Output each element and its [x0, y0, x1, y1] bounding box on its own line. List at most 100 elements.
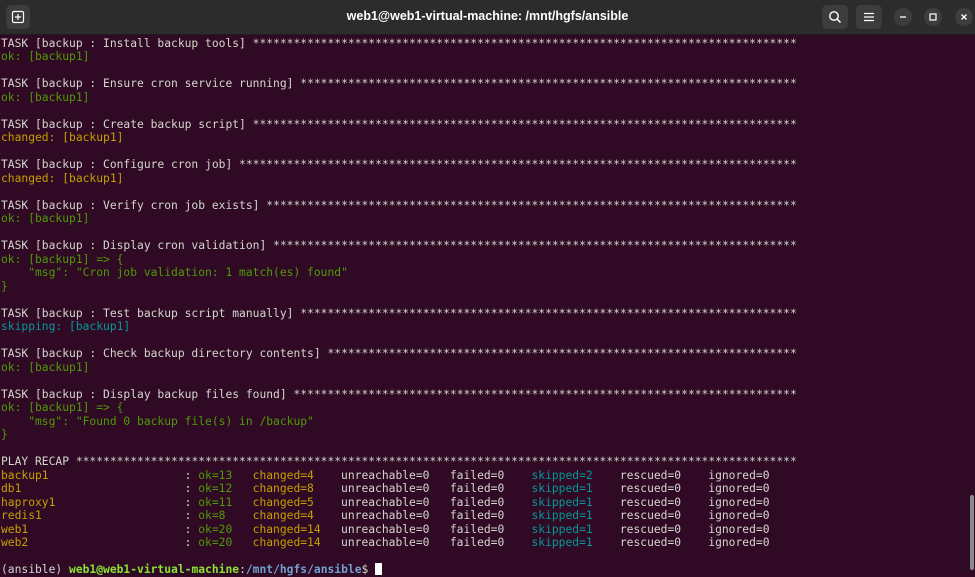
- recap-unreachable: unreachable=0: [341, 536, 430, 549]
- recap-ok: ok=20: [198, 536, 233, 549]
- recap-colon: :: [184, 522, 199, 536]
- recap-ok: ok=20: [198, 522, 233, 536]
- prompt-colon: :: [239, 563, 246, 576]
- title-bar: web1@web1-virtual-machine: /mnt/hgfs/ans…: [0, 0, 975, 35]
- recap-unreachable: unreachable=0: [341, 509, 430, 522]
- recap-ignored: ignored=0: [708, 468, 770, 482]
- task-result: ok: [backup1]: [1, 361, 961, 375]
- task-header: TASK [backup : Install backup tools] ***…: [1, 37, 961, 51]
- recap-separator: ****************************************…: [75, 455, 797, 468]
- prompt-path: /mnt/hgfs/ansible: [245, 563, 362, 576]
- recap-rescued: rescued=0: [619, 495, 682, 509]
- hamburger-menu-icon: [864, 12, 874, 22]
- maximize-button[interactable]: [924, 8, 942, 26]
- task-msg: "msg": "Cron job validation: 1 match(es)…: [1, 266, 348, 279]
- recap-skipped: skipped=1: [531, 495, 593, 509]
- menu-button[interactable]: [856, 5, 882, 29]
- task-msg: "msg": "Found 0 backup file(s) in /backu…: [1, 414, 314, 428]
- recap-row: web2: ok=20 changed=14 unreachable=0 failed…: [1, 536, 961, 550]
- task-result: ok: [backup1] => {: [1, 253, 961, 267]
- recap-host: redis1: [1, 509, 42, 522]
- terminal-output[interactable]: TASK [backup : Install backup tools] ***…: [1, 37, 961, 577]
- recap-rescued: rescued=0: [619, 536, 682, 549]
- task-result: ok: [backup1]: [1, 50, 961, 64]
- task-separator: ****************************************…: [293, 387, 797, 401]
- minimize-button[interactable]: [894, 8, 912, 26]
- task-msg-close: }: [1, 428, 8, 441]
- task-result: changed: [backup1]: [1, 172, 961, 186]
- task-status: ok: [backup1]: [1, 360, 90, 374]
- task-header: TASK [backup : Ensure cron service runni…: [1, 77, 961, 91]
- minimize-icon: [900, 16, 906, 18]
- recap-changed: changed=8: [252, 482, 314, 495]
- task-message-close: }: [1, 428, 961, 442]
- recap-failed: failed=0: [449, 482, 505, 495]
- recap-host: web2: [1, 536, 29, 549]
- recap-host: backup1: [1, 468, 49, 482]
- task-separator: ****************************************…: [252, 36, 797, 50]
- recap-unreachable: unreachable=0: [341, 522, 430, 536]
- recap-row: haproxy1: ok=11 changed=5 unreachable=0 fai…: [1, 496, 961, 510]
- recap-ok: ok=11: [198, 495, 233, 509]
- task-message-close: }: [1, 280, 961, 294]
- cursor[interactable]: [375, 563, 383, 575]
- recap-failed: failed=0: [449, 522, 505, 536]
- task-result: changed: [backup1]: [1, 131, 961, 145]
- task-result: skipping: [backup1]: [1, 320, 961, 334]
- task-separator: ****************************************…: [300, 77, 797, 90]
- task-result: ok: [backup1] => {: [1, 401, 961, 415]
- task-title: TASK [backup : Display backup files foun…: [1, 387, 294, 401]
- recap-ok: ok=8: [198, 509, 226, 522]
- recap-skipped: skipped=1: [531, 482, 593, 495]
- task-status: ok: [backup1]: [1, 90, 90, 104]
- recap-changed: changed=5: [252, 495, 314, 509]
- recap-rescued: rescued=0: [619, 482, 682, 495]
- recap-row: db1: ok=12 changed=8 unreachable=0 failed=0…: [1, 482, 961, 496]
- task-header: TASK [backup : Display cron validation] …: [1, 239, 961, 253]
- recap-skipped: skipped=1: [531, 509, 593, 522]
- task-header: TASK [backup : Verify cron job exists] *…: [1, 199, 961, 213]
- recap-rescued: rescued=0: [619, 522, 682, 536]
- recap-changed: changed=4: [252, 468, 314, 482]
- recap-failed: failed=0: [449, 468, 505, 482]
- recap-failed: failed=0: [449, 495, 505, 509]
- close-button[interactable]: [955, 8, 973, 26]
- task-separator: ****************************************…: [300, 306, 797, 320]
- recap-ignored: ignored=0: [708, 495, 770, 509]
- recap-ignored: ignored=0: [708, 522, 770, 536]
- task-title: TASK [backup : Install backup tools]: [1, 36, 253, 50]
- recap-row: web1: ok=20 changed=14 unreachable=0 failed…: [1, 523, 961, 537]
- task-status: changed: [backup1]: [1, 131, 124, 144]
- prompt-user-host: web1@web1-virtual-machine: [69, 563, 240, 576]
- recap-skipped: skipped=1: [531, 536, 593, 549]
- task-message: "msg": "Cron job validation: 1 match(es)…: [1, 266, 961, 280]
- prompt-symbol: $: [361, 563, 376, 576]
- recap-header: PLAY RECAP *****************************…: [1, 455, 961, 469]
- task-status: ok: [backup1]: [1, 50, 90, 63]
- recap-row: redis1: ok=8 changed=4 unreachable=0 failed…: [1, 509, 961, 523]
- task-header: TASK [backup : Create backup script] ***…: [1, 118, 961, 132]
- task-title: TASK [backup : Display cron validation]: [1, 239, 274, 252]
- task-title: TASK [backup : Ensure cron service runni…: [1, 77, 301, 90]
- search-button[interactable]: [822, 5, 848, 29]
- task-status: skipping: [backup1]: [1, 320, 131, 333]
- recap-skipped: skipped=1: [531, 522, 593, 536]
- task-status: ok: [backup1]: [1, 212, 90, 225]
- task-header: TASK [backup : Check backup directory co…: [1, 347, 961, 361]
- recap-changed: changed=14: [252, 536, 321, 549]
- task-result: ok: [backup1]: [1, 91, 961, 105]
- scrollbar[interactable]: [970, 495, 974, 570]
- recap-colon: :: [184, 495, 199, 509]
- task-status: ok: [backup1] => {: [1, 252, 124, 266]
- recap-rescued: rescued=0: [619, 509, 682, 522]
- task-header: TASK [backup : Configure cron job] *****…: [1, 158, 961, 172]
- recap-failed: failed=0: [449, 536, 505, 549]
